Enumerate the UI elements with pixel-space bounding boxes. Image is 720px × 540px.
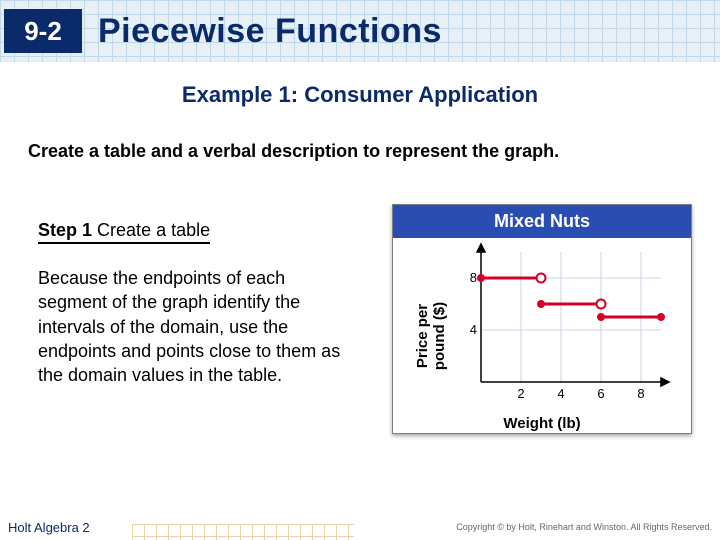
seg1-open-icon — [537, 274, 546, 283]
footer-book-title: Holt Algebra 2 — [8, 520, 90, 535]
seg3-closed-left-icon — [597, 313, 605, 321]
body-paragraph: Because the endpoints of each segment of… — [38, 266, 348, 387]
step-label: Step 1 — [38, 220, 92, 240]
x-ticks: 2 4 6 8 — [517, 386, 644, 401]
chart-svg: 4 8 2 4 6 8 — [461, 242, 681, 412]
graph-body: Price perpound ($) Weight (lb) 4 8 — [393, 238, 691, 434]
x-tick-6: 6 — [597, 386, 604, 401]
step-text: Create a table — [97, 220, 210, 240]
step-1-line: Step 1 Create a table — [38, 220, 210, 244]
lesson-title: Piecewise Functions — [98, 12, 442, 51]
y-tick-8: 8 — [470, 270, 477, 285]
graph-title: Mixed Nuts — [393, 205, 691, 238]
x-axis-label: Weight (lb) — [393, 415, 691, 432]
x-tick-2: 2 — [517, 386, 524, 401]
y-ticks: 4 8 — [470, 270, 477, 337]
example-subtitle: Example 1: Consumer Application — [0, 82, 720, 108]
seg2-closed-icon — [537, 300, 545, 308]
graph-panel: Mixed Nuts Price perpound ($) Weight (lb… — [392, 204, 692, 434]
axes — [477, 244, 669, 386]
x-tick-4: 4 — [557, 386, 564, 401]
seg3-closed-right-icon — [657, 313, 665, 321]
seg1-closed-icon — [477, 274, 485, 282]
seg2-open-icon — [597, 300, 606, 309]
header: 9-2 Piecewise Functions — [0, 0, 720, 62]
x-tick-8: 8 — [637, 386, 644, 401]
lesson-number-box: 9-2 — [4, 9, 82, 53]
instruction-text: Create a table and a verbal description … — [28, 140, 692, 163]
y-tick-4: 4 — [470, 322, 477, 337]
y-axis-label: Price perpound ($) — [414, 302, 448, 370]
footer: Holt Algebra 2 Copyright © by Holt, Rine… — [0, 514, 720, 540]
footer-copyright: Copyright © by Holt, Rinehart and Winsto… — [456, 522, 712, 532]
